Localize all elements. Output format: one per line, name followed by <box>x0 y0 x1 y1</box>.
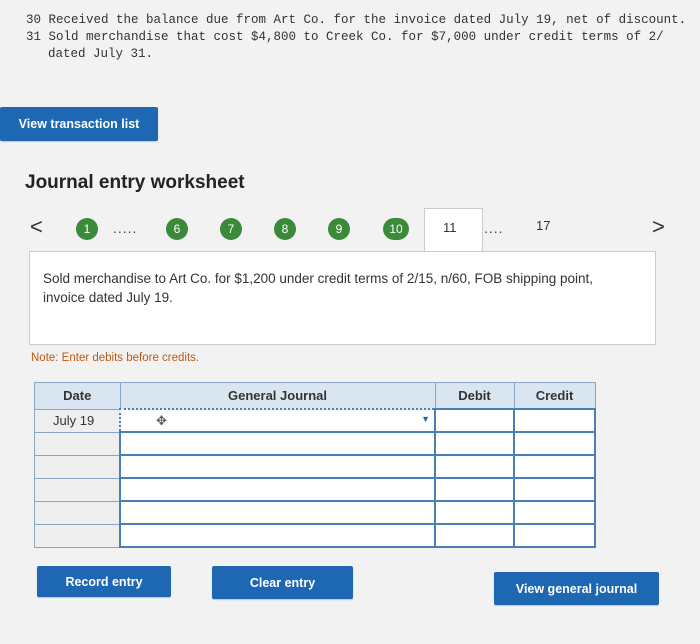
credit-input[interactable] <box>513 454 596 479</box>
debit-input[interactable] <box>434 477 515 502</box>
transaction-description: Sold merchandise to Art Co. for $1,200 u… <box>43 271 594 305</box>
step-7[interactable]: 7 <box>220 218 242 240</box>
debit-input[interactable] <box>434 523 515 548</box>
step-10[interactable]: 10 <box>383 218 409 240</box>
date-cell[interactable]: July 19 <box>34 408 121 433</box>
clear-entry-button[interactable]: Clear entry <box>212 566 353 599</box>
header-credit: Credit <box>513 382 596 410</box>
transaction-description-box: Sold merchandise to Art Co. for $1,200 u… <box>29 251 656 345</box>
problem-text: 30 Received the balance due from Art Co.… <box>26 12 700 63</box>
table-row <box>34 477 596 502</box>
step-6[interactable]: 6 <box>166 218 188 240</box>
table-row <box>34 523 596 548</box>
step-1[interactable]: 1 <box>76 218 98 240</box>
entry-note: Note: Enter debits before credits. <box>31 352 200 364</box>
account-select[interactable]: ✥ ▼ <box>119 408 436 433</box>
credit-input[interactable] <box>513 500 596 525</box>
credit-input[interactable] <box>513 477 596 502</box>
steps-ellipsis: ..... <box>113 220 138 236</box>
account-select[interactable] <box>119 454 436 479</box>
account-select[interactable] <box>119 523 436 548</box>
header-debit: Debit <box>434 382 515 410</box>
dropdown-arrow-icon[interactable]: ▼ <box>421 414 430 424</box>
credit-input[interactable] <box>513 523 596 548</box>
account-select[interactable] <box>119 431 436 456</box>
problem-line-31: 31 Sold merchandise that cost $4,800 to … <box>26 30 664 44</box>
table-row <box>34 431 596 456</box>
table-row: July 19 ✥ ▼ <box>34 408 596 433</box>
header-general-journal: General Journal <box>119 382 436 410</box>
step-11-active-tab[interactable]: 11 <box>424 208 483 253</box>
table-row <box>34 454 596 479</box>
step-17[interactable]: 17 <box>536 218 550 233</box>
debit-input[interactable] <box>434 408 515 433</box>
table-row <box>34 500 596 525</box>
worksheet-title: Journal entry worksheet <box>25 172 245 193</box>
date-cell[interactable] <box>34 431 121 456</box>
step-11-label: 11 <box>443 220 457 235</box>
step-9[interactable]: 9 <box>328 218 350 240</box>
date-cell[interactable] <box>34 477 121 502</box>
prev-arrow-icon[interactable]: < <box>30 214 43 240</box>
date-cell[interactable] <box>34 500 121 525</box>
account-select[interactable] <box>119 500 436 525</box>
move-cursor-icon: ✥ <box>156 413 167 428</box>
view-general-journal-button[interactable]: View general journal <box>494 572 659 605</box>
problem-line-30: 30 Received the balance due from Art Co.… <box>26 13 687 27</box>
date-cell[interactable] <box>34 523 121 548</box>
header-date: Date <box>34 382 121 410</box>
credit-input[interactable] <box>513 408 596 433</box>
journal-table: Date General Journal Debit Credit July 1… <box>34 382 596 548</box>
credit-input[interactable] <box>513 431 596 456</box>
account-select[interactable] <box>119 477 436 502</box>
date-cell[interactable] <box>34 454 121 479</box>
debit-input[interactable] <box>434 454 515 479</box>
problem-line-31-cont: dated July 31. <box>48 47 154 61</box>
steps-ellipsis-2: .... <box>484 220 504 236</box>
step-8[interactable]: 8 <box>274 218 296 240</box>
view-transaction-list-button[interactable]: View transaction list <box>0 107 158 141</box>
next-arrow-icon[interactable]: > <box>652 214 665 240</box>
record-entry-button[interactable]: Record entry <box>37 566 171 597</box>
debit-input[interactable] <box>434 431 515 456</box>
debit-input[interactable] <box>434 500 515 525</box>
